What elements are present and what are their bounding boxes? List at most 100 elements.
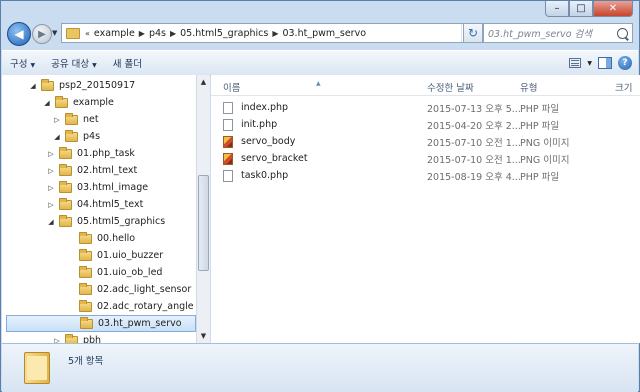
tree-item-label: example bbox=[73, 97, 114, 108]
breadcrumb-separator-icon[interactable]: ▶ bbox=[169, 29, 177, 38]
file-row[interactable]: servo_body 2015-07-10 오전 1... PNG 이미지 bbox=[223, 133, 569, 150]
scrollbar-thumb[interactable] bbox=[198, 175, 209, 271]
tree-item[interactable]: 00.hello bbox=[66, 230, 135, 247]
tree-item[interactable]: ▷ 03.html_image bbox=[46, 179, 148, 196]
folder-icon bbox=[65, 112, 78, 125]
breadcrumb-separator-icon[interactable]: ▶ bbox=[271, 29, 279, 38]
breadcrumb-html5-graphics[interactable]: 05.html5_graphics bbox=[177, 28, 271, 39]
php-file-icon bbox=[223, 118, 233, 131]
tree-item[interactable]: ▷ pbh bbox=[52, 332, 101, 343]
tree-item-label: 02.adc_rotary_angle bbox=[97, 301, 194, 312]
expand-triangle-icon[interactable]: ▷ bbox=[46, 184, 56, 192]
tree-item[interactable]: 02.adc_light_sensor bbox=[66, 281, 191, 298]
new-folder-button[interactable]: 새 폴더 bbox=[105, 56, 150, 70]
chevron-down-icon: ▼ bbox=[92, 62, 97, 69]
tree-item[interactable]: 02.adc_rotary_angle bbox=[66, 298, 194, 315]
tree-item-label: 03.ht_pwm_servo bbox=[98, 318, 182, 329]
preview-pane-icon[interactable] bbox=[598, 57, 612, 69]
column-header-name[interactable]: 이름 bbox=[223, 80, 240, 94]
expand-triangle-icon[interactable]: ▷ bbox=[52, 116, 62, 124]
back-button[interactable]: ◀ bbox=[7, 22, 31, 46]
tree-item-label: p4s bbox=[83, 131, 101, 142]
collapse-triangle-icon[interactable]: ◢ bbox=[42, 99, 52, 107]
breadcrumb-ht-pwm-servo[interactable]: 03.ht_pwm_servo bbox=[279, 28, 369, 39]
recent-pages-dropdown[interactable]: ▼ bbox=[52, 29, 57, 37]
forward-arrow-icon: ▶ bbox=[38, 28, 46, 40]
tree-item[interactable]: ▷ net bbox=[52, 111, 99, 128]
tree-item[interactable]: 03.ht_pwm_servo bbox=[6, 315, 196, 332]
view-options-icon[interactable] bbox=[569, 58, 582, 68]
minimize-button[interactable]: – bbox=[545, 1, 569, 17]
folder-icon bbox=[59, 197, 72, 210]
tree-item[interactable]: ◢ p4s bbox=[52, 128, 100, 145]
file-name: task0.php bbox=[241, 170, 289, 181]
file-row[interactable]: servo_bracket 2015-07-10 오전 1... PNG 이미지 bbox=[223, 150, 569, 167]
column-header-type[interactable]: 유형 bbox=[520, 80, 537, 94]
explorer-window: – □ ✕ ◀ ▶ ▼ « example ▶ p4s ▶ 05.html5_g… bbox=[0, 0, 640, 392]
organize-button[interactable]: 구성 ▼ bbox=[2, 56, 43, 70]
breadcrumb-p4s[interactable]: p4s bbox=[146, 28, 169, 39]
help-icon[interactable]: ? bbox=[618, 56, 632, 70]
scroll-down-icon[interactable]: ▼ bbox=[197, 329, 210, 343]
address-bar[interactable]: « example ▶ p4s ▶ 05.html5_graphics ▶ 03… bbox=[61, 23, 477, 43]
nav-pane-scrollbar[interactable]: ▲ ▼ bbox=[196, 75, 210, 343]
folder-icon bbox=[79, 231, 92, 244]
chevron-down-icon[interactable]: ▼ bbox=[587, 60, 592, 67]
share-with-button[interactable]: 공유 대상 ▼ bbox=[43, 56, 105, 70]
expand-triangle-icon[interactable]: ▷ bbox=[46, 201, 56, 209]
folder-icon bbox=[79, 248, 92, 261]
column-header-size[interactable]: 크기 bbox=[615, 80, 632, 94]
details-pane: 5개 항목 bbox=[2, 343, 638, 392]
file-date: 2015-07-10 오전 1... bbox=[427, 137, 521, 149]
tree-item-label: pbh bbox=[83, 335, 102, 343]
tree-item[interactable]: ◢ example bbox=[42, 94, 114, 111]
forward-button[interactable]: ▶ bbox=[32, 24, 52, 44]
search-icon bbox=[617, 27, 628, 39]
search-input[interactable]: 03.ht_pwm_servo 검색 bbox=[483, 23, 633, 43]
navigation-pane[interactable]: ◢ psp2_20150917 ◢ example ▷ net ◢ p4s ▷ 01.php_ta… bbox=[2, 75, 196, 343]
collapse-triangle-icon[interactable]: ◢ bbox=[52, 133, 62, 141]
tree-item[interactable]: 01.uio_ob_led bbox=[66, 264, 162, 281]
file-row[interactable]: init.php 2015-04-20 오후 2... PHP 파일 bbox=[223, 116, 559, 133]
file-list[interactable]: ▲ 이름 수정한 날짜 유형 크기 index.php 2015-07-13 오후… bbox=[211, 75, 640, 343]
tree-item[interactable]: ◢ psp2_20150917 bbox=[28, 77, 135, 94]
folder-icon bbox=[79, 299, 92, 312]
tree-item-label: net bbox=[83, 114, 99, 125]
file-date: 2015-08-19 오후 4... bbox=[427, 171, 521, 183]
collapse-triangle-icon[interactable]: ◢ bbox=[46, 218, 56, 226]
file-name: init.php bbox=[241, 119, 278, 130]
tree-item[interactable]: ◢ 05.html5_graphics bbox=[46, 213, 165, 230]
folder-icon bbox=[59, 146, 72, 159]
expand-triangle-icon[interactable]: ▷ bbox=[46, 167, 56, 175]
folder-icon bbox=[41, 78, 54, 91]
maximize-button[interactable]: □ bbox=[569, 1, 593, 17]
item-count: 5개 항목 bbox=[68, 356, 104, 367]
refresh-icon: ↻ bbox=[467, 26, 479, 40]
navigation-bar: ◀ ▶ ▼ « example ▶ p4s ▶ 05.html5_graphic… bbox=[5, 21, 633, 47]
php-file-icon bbox=[223, 169, 233, 182]
tree-item[interactable]: ▷ 02.html_text bbox=[46, 162, 137, 179]
folder-icon bbox=[80, 316, 93, 329]
tree-item[interactable]: ▷ 01.php_task bbox=[46, 145, 135, 162]
folder-icon bbox=[79, 282, 92, 295]
breadcrumb-example[interactable]: example bbox=[91, 28, 138, 39]
scroll-up-icon[interactable]: ▲ bbox=[197, 75, 210, 89]
collapse-triangle-icon[interactable]: ◢ bbox=[28, 82, 38, 90]
file-row[interactable]: task0.php 2015-08-19 오후 4... PHP 파일 bbox=[223, 167, 559, 184]
breadcrumb-overflow[interactable]: « bbox=[84, 29, 91, 38]
tree-item-label: 02.adc_light_sensor bbox=[97, 284, 192, 295]
chevron-down-icon: ▼ bbox=[30, 62, 36, 69]
column-header-date[interactable]: 수정한 날짜 bbox=[427, 80, 474, 94]
new-folder-label: 새 폴더 bbox=[112, 59, 142, 70]
refresh-button[interactable]: ↻ bbox=[463, 23, 483, 43]
tree-item[interactable]: 01.uio_buzzer bbox=[66, 247, 163, 264]
tree-item[interactable]: ▷ 04.html5_text bbox=[46, 196, 143, 213]
file-row[interactable]: index.php 2015-07-13 오후 5... PHP 파일 bbox=[223, 99, 559, 116]
tree-item-label: 01.php_task bbox=[77, 148, 135, 159]
expand-triangle-icon[interactable]: ▷ bbox=[46, 150, 56, 158]
sort-ascending-icon: ▲ bbox=[316, 80, 321, 87]
close-button[interactable]: ✕ bbox=[593, 1, 633, 17]
folder-icon bbox=[66, 27, 80, 39]
folder-icon bbox=[79, 265, 92, 278]
breadcrumb-separator-icon[interactable]: ▶ bbox=[138, 29, 146, 38]
